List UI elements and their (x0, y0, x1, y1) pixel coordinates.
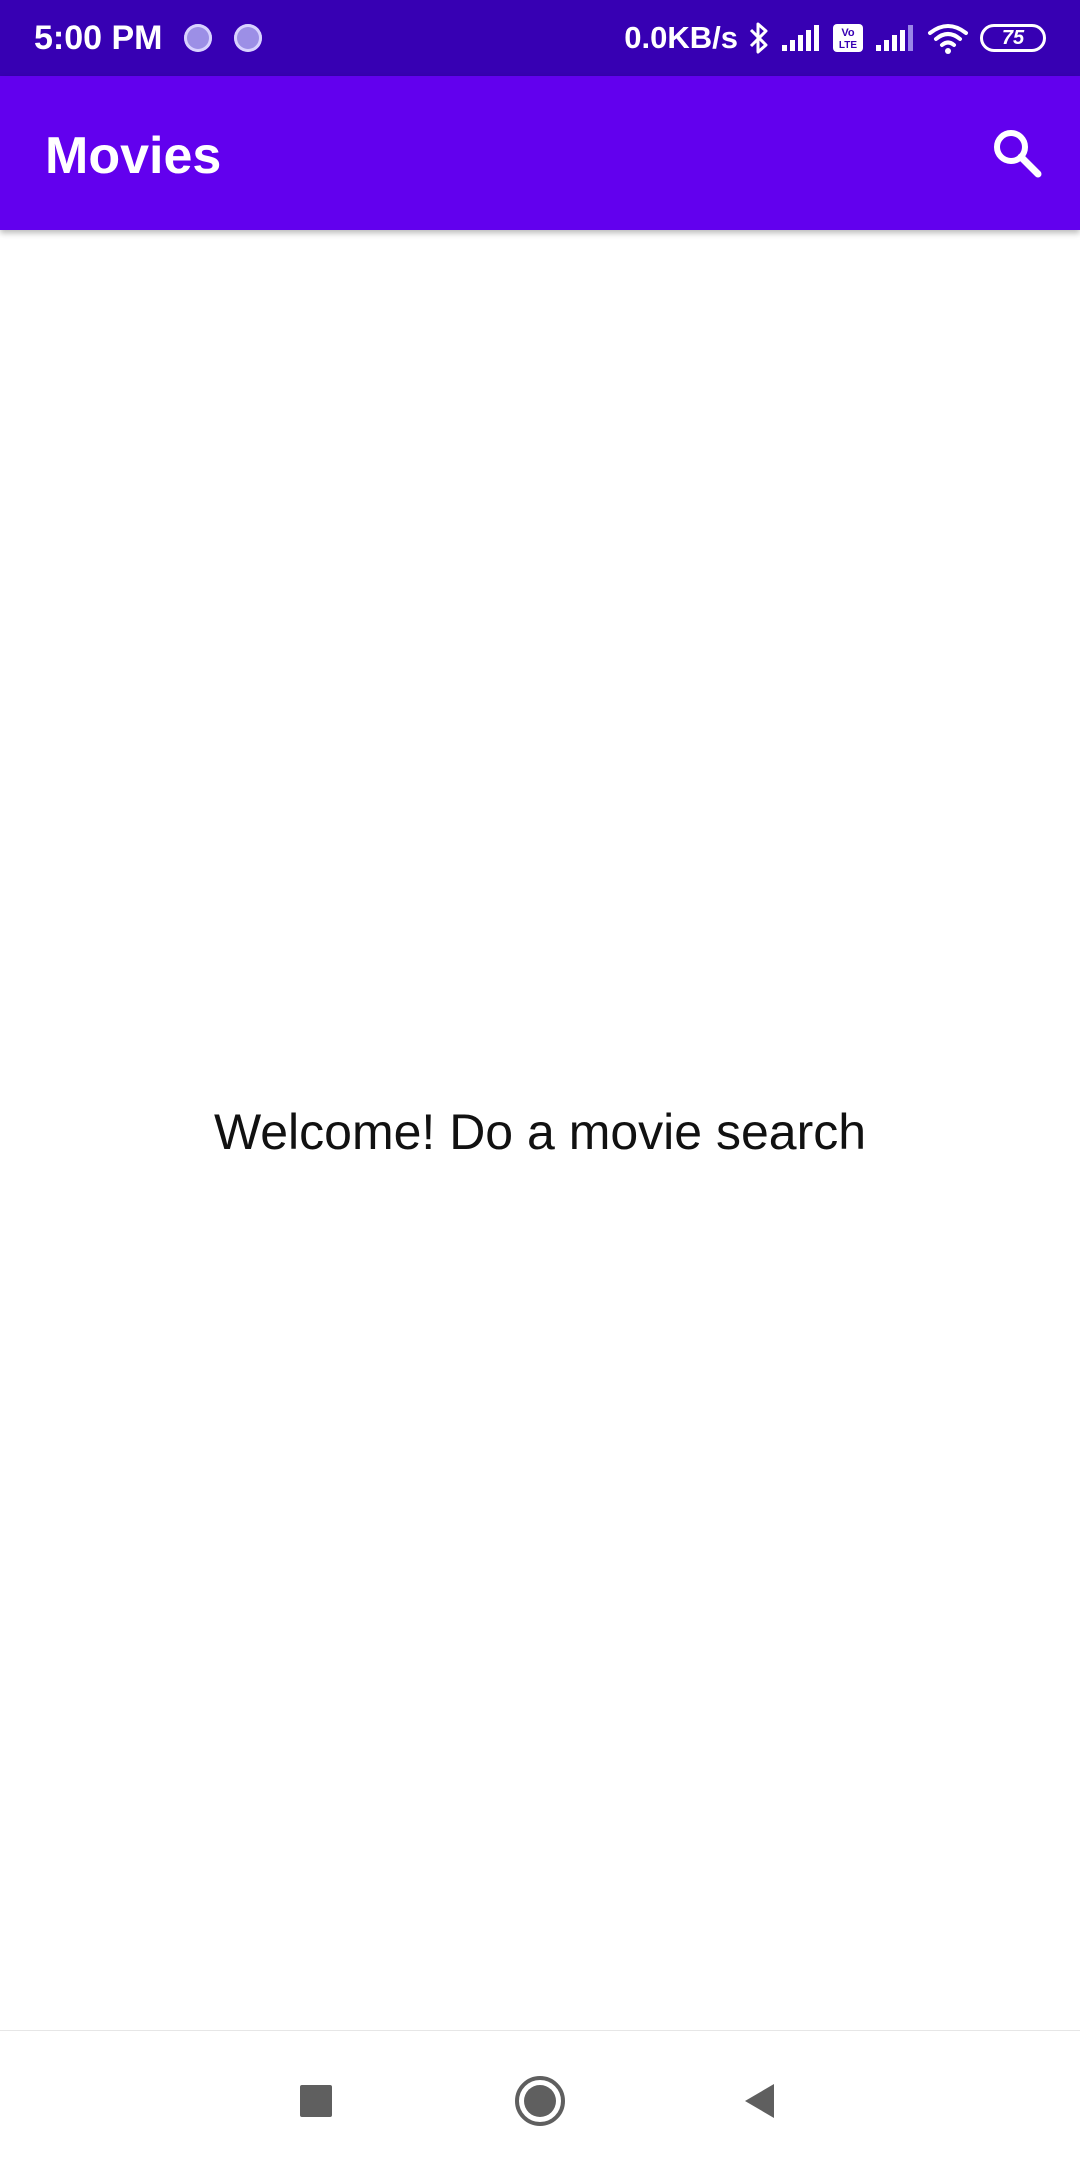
signal-icon (876, 25, 913, 51)
notification-dot-icon (234, 24, 262, 52)
bluetooth-icon (749, 22, 768, 54)
signal-icon (782, 25, 819, 51)
recents-button[interactable] (276, 2061, 356, 2141)
welcome-message: Welcome! Do a movie search (213, 1104, 867, 1160)
svg-text:Vo: Vo (841, 27, 855, 39)
svg-text:LTE: LTE (839, 40, 857, 51)
home-circle-icon (515, 2076, 565, 2126)
status-indicators: 0.0KB/s Vo LTE 75 (624, 0, 1046, 76)
battery-level: 75 (1001, 27, 1025, 49)
network-speed: 0.0KB/s (624, 20, 738, 55)
back-triangle-icon (745, 2084, 774, 2118)
search-button[interactable] (976, 112, 1058, 194)
wifi-icon (928, 24, 968, 54)
page-title: Movies (45, 127, 222, 185)
recents-square-icon (300, 2085, 332, 2117)
status-time: 5:00 PM (34, 19, 163, 57)
search-icon (994, 130, 1042, 178)
battery-icon: 75 (980, 24, 1046, 52)
notification-dot-icon (184, 24, 212, 52)
navigation-bar (0, 2030, 1080, 2160)
status-bar: 5:00 PM 0.0KB/s Vo LTE 75 (0, 0, 1080, 76)
screen: 5:00 PM 0.0KB/s Vo LTE 75 Movies Welcome… (0, 0, 1080, 2160)
volte-icon: Vo LTE (833, 24, 863, 52)
app-bar: Movies (0, 76, 1080, 230)
back-button[interactable] (720, 2061, 800, 2141)
home-button[interactable] (500, 2061, 580, 2141)
